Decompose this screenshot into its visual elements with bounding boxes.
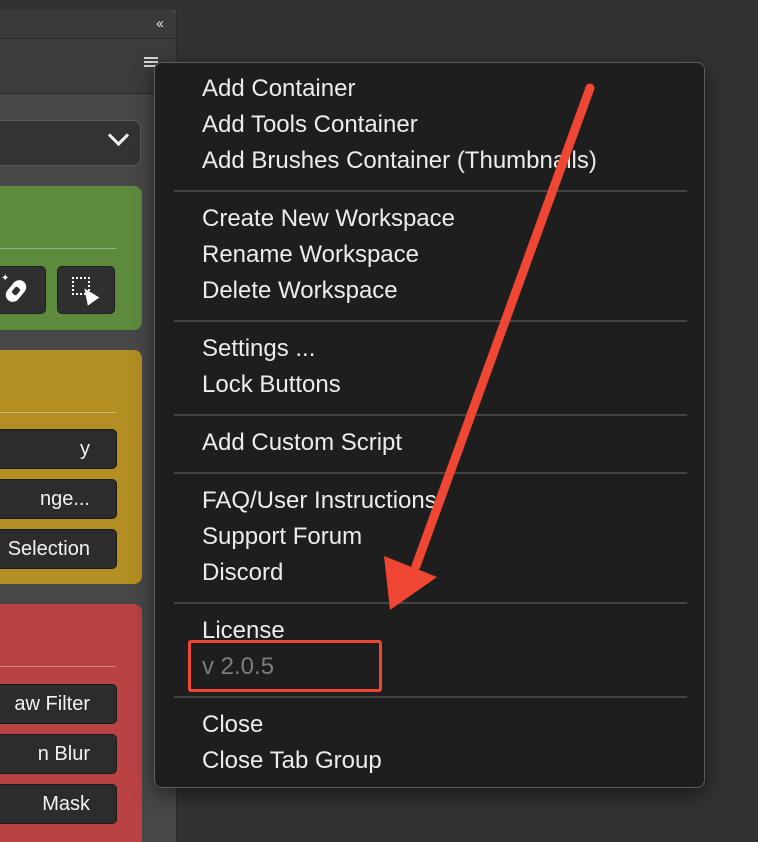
version-highlight-box: [188, 640, 382, 692]
healing-tool-button[interactable]: ✦: [0, 266, 46, 314]
select-tool-button[interactable]: [57, 266, 115, 314]
menu-item-delete-workspace[interactable]: Delete Workspace: [202, 277, 398, 305]
panel-topbar: ‹‹: [0, 10, 176, 39]
double-chevron-left-icon[interactable]: ‹‹: [156, 15, 164, 32]
menu-item-close[interactable]: Close: [202, 711, 263, 739]
menu-item-add-tools-container[interactable]: Add Tools Container: [202, 111, 418, 139]
workspace-dropdown[interactable]: [0, 120, 141, 166]
menu-item-add-custom-script[interactable]: Add Custom Script: [202, 429, 402, 457]
yellow-action-button-2[interactable]: nge...: [0, 479, 117, 519]
container-divider: [0, 666, 116, 667]
chevron-down-icon: [107, 124, 130, 147]
red-action-button-1[interactable]: aw Filter: [0, 684, 117, 724]
menu-item-close-tab-group[interactable]: Close Tab Group: [202, 747, 382, 775]
menu-item-faq[interactable]: FAQ/User Instructions: [202, 487, 437, 515]
yellow-action-button-3[interactable]: Selection: [0, 529, 117, 569]
yellow-action-button-1[interactable]: y: [0, 429, 117, 469]
menu-item-discord[interactable]: Discord: [202, 559, 283, 587]
container-divider: [0, 412, 116, 413]
panel-header: [0, 39, 176, 94]
green-container: ✦: [0, 186, 142, 330]
menu-item-lock-buttons[interactable]: Lock Buttons: [202, 371, 341, 399]
menu-item-support-forum[interactable]: Support Forum: [202, 523, 362, 551]
red-action-button-2[interactable]: n Blur: [0, 734, 117, 774]
menu-separator: [174, 414, 687, 416]
menu-separator: [174, 190, 687, 192]
menu-item-add-container[interactable]: Add Container: [202, 75, 355, 103]
menu-separator: [174, 320, 687, 322]
menu-separator: [174, 696, 687, 698]
menu-item-create-workspace[interactable]: Create New Workspace: [202, 205, 455, 233]
menu-separator: [174, 472, 687, 474]
menu-item-rename-workspace[interactable]: Rename Workspace: [202, 241, 419, 269]
menu-item-add-brushes-container[interactable]: Add Brushes Container (Thumbnails): [202, 147, 597, 175]
menu-item-settings[interactable]: Settings ...: [202, 335, 315, 363]
container-divider: [0, 248, 116, 249]
red-action-button-3[interactable]: Mask: [0, 784, 117, 824]
menu-separator: [174, 602, 687, 604]
sparkle-icon: ✦: [1, 273, 10, 284]
